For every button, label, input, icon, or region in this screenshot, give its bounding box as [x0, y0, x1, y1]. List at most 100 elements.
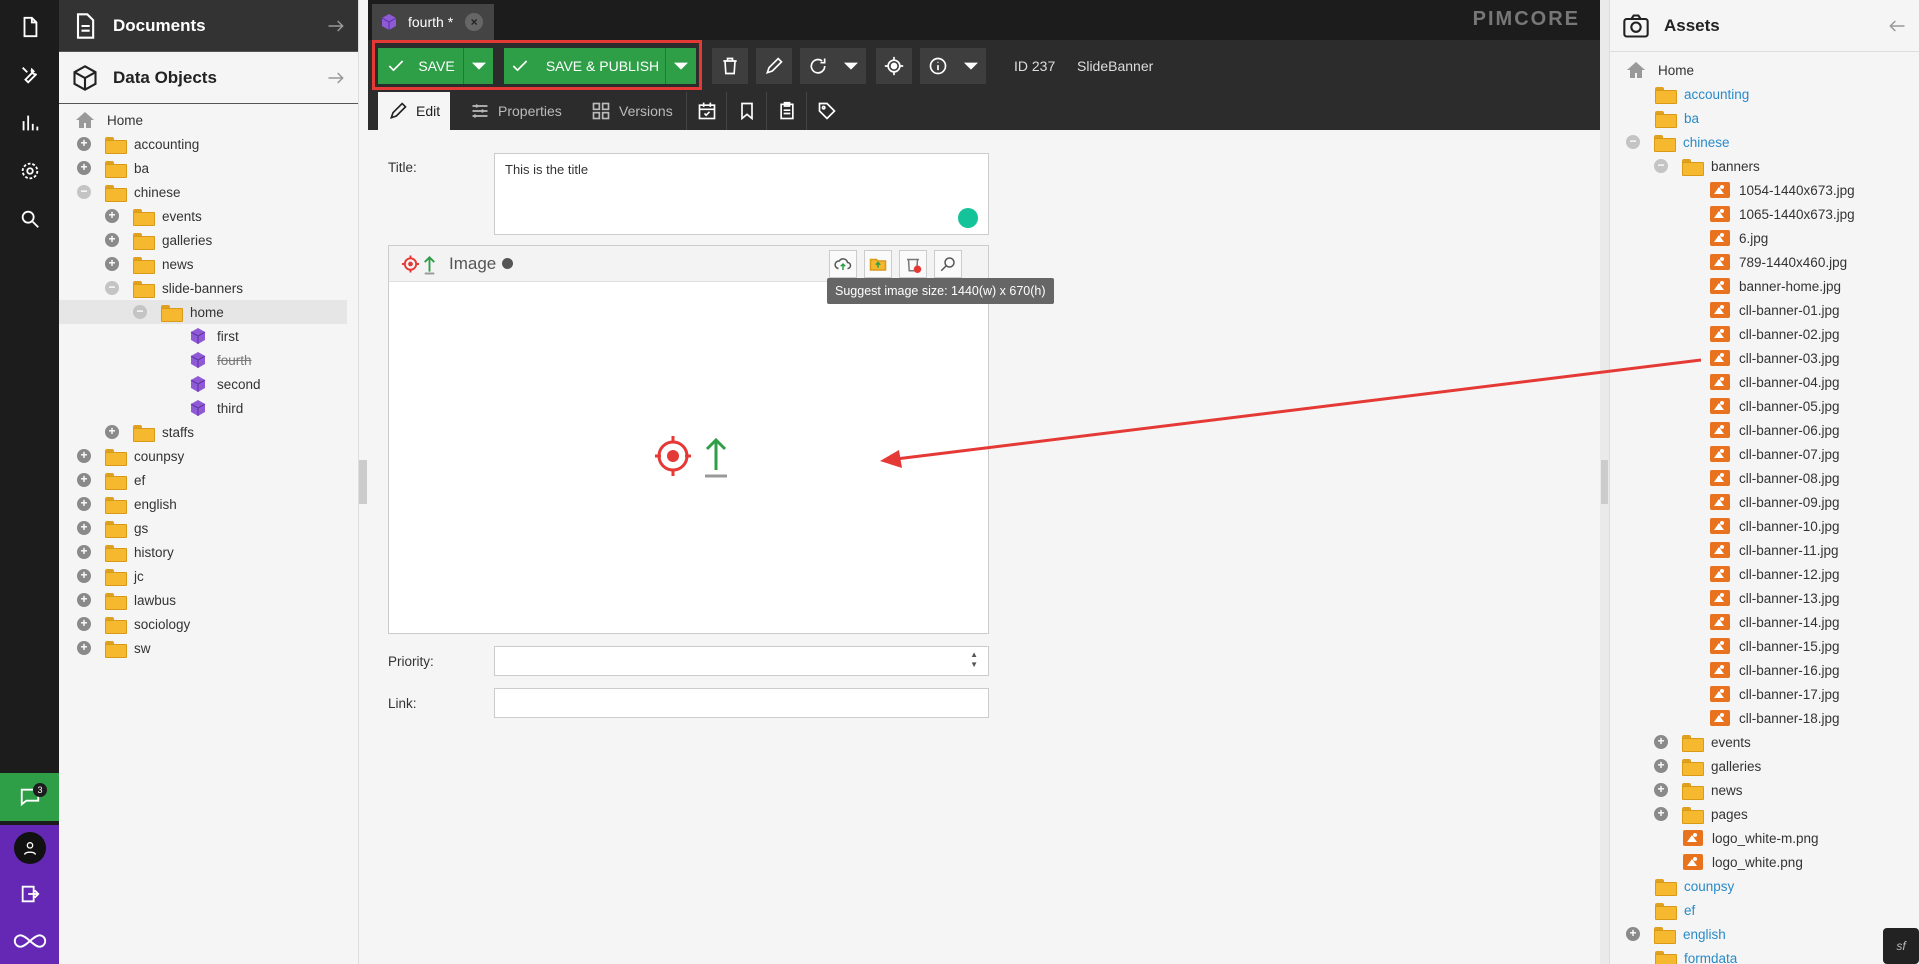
tab-notes[interactable]: [766, 92, 806, 130]
info-button[interactable]: [920, 48, 956, 84]
expand-plus-icon[interactable]: +: [105, 209, 119, 223]
expand-plus-icon[interactable]: +: [1654, 807, 1668, 821]
clear-image-button[interactable]: [899, 250, 927, 278]
asset-image-item[interactable]: cll-banner-07.jpg: [1710, 442, 1840, 466]
tree-item-counpsy[interactable]: + counpsy: [77, 444, 184, 468]
notifications-button[interactable]: 3: [0, 773, 59, 821]
asset-image-item[interactable]: cll-banner-13.jpg: [1710, 586, 1840, 610]
expand-plus-icon[interactable]: +: [77, 569, 91, 583]
spinner-arrows-icon[interactable]: ▲ ▼: [970, 650, 978, 670]
asset-folder-formdata[interactable]: formdata: [1655, 946, 1737, 964]
asset-folder-chinese[interactable]: − chinese: [1626, 130, 1730, 154]
expand-plus-icon[interactable]: +: [1654, 735, 1668, 749]
asset-image-item[interactable]: cll-banner-17.jpg: [1710, 682, 1840, 706]
tools-icon[interactable]: [0, 53, 59, 97]
tab-bookmark[interactable]: [726, 92, 766, 130]
tree-item-home[interactable]: Home: [75, 108, 143, 132]
tree-item-history[interactable]: + history: [77, 540, 174, 564]
pimcore-logo-icon[interactable]: [0, 917, 59, 964]
analytics-icon[interactable]: [0, 101, 59, 145]
asset-folder-ba[interactable]: ba: [1655, 106, 1699, 130]
collapse-minus-icon[interactable]: −: [1626, 135, 1640, 149]
expand-plus-icon[interactable]: +: [105, 233, 119, 247]
expand-plus-icon[interactable]: +: [77, 617, 91, 631]
asset-image-item[interactable]: banner-home.jpg: [1710, 274, 1841, 298]
asset-folder-banners[interactable]: − banners: [1654, 154, 1760, 178]
asset-image-item[interactable]: cll-banner-04.jpg: [1710, 370, 1840, 394]
priority-number-input[interactable]: ▲ ▼: [494, 646, 989, 676]
expand-plus-icon[interactable]: +: [77, 593, 91, 607]
tab-properties[interactable]: Properties: [460, 92, 572, 130]
locate-in-tree-button[interactable]: [876, 48, 912, 84]
asset-image-item[interactable]: cll-banner-11.jpg: [1710, 538, 1839, 562]
search-icon[interactable]: [0, 197, 59, 241]
asset-image-item[interactable]: cll-banner-02.jpg: [1710, 322, 1840, 346]
user-profile-button[interactable]: [0, 825, 59, 871]
asset-folder-accounting[interactable]: accounting: [1655, 82, 1749, 106]
tree-item-staffs[interactable]: + staffs: [105, 420, 194, 444]
asset-image-item[interactable]: logo_white.png: [1683, 850, 1803, 874]
collapse-minus-icon[interactable]: −: [133, 305, 147, 319]
asset-image-item[interactable]: cll-banner-03.jpg: [1710, 346, 1840, 370]
tab-versions[interactable]: Versions: [581, 92, 683, 130]
title-textarea[interactable]: This is the title: [494, 153, 989, 235]
tree-item-slide-banners[interactable]: − slide-banners: [105, 276, 243, 300]
expand-plus-icon[interactable]: +: [77, 521, 91, 535]
expand-plus-icon[interactable]: +: [105, 257, 119, 271]
splitter-handle[interactable]: [1601, 460, 1608, 504]
right-panel-splitter[interactable]: [1600, 0, 1609, 964]
file-icon[interactable]: [0, 5, 59, 49]
asset-folder-pages[interactable]: + pages: [1654, 802, 1748, 826]
tree-item-sw[interactable]: + sw: [77, 636, 151, 660]
reload-button[interactable]: [800, 48, 836, 84]
asset-image-item[interactable]: cll-banner-10.jpg: [1710, 514, 1840, 538]
tree-item-english[interactable]: + english: [77, 492, 177, 516]
asset-item-home[interactable]: Home: [1626, 58, 1694, 82]
info-dropdown-button[interactable]: [956, 48, 986, 84]
tree-item-accounting[interactable]: + accounting: [77, 132, 199, 156]
asset-image-item[interactable]: cll-banner-08.jpg: [1710, 466, 1840, 490]
asset-image-item[interactable]: cll-banner-01.jpg: [1710, 298, 1840, 322]
asset-image-item[interactable]: 1065-1440x673.jpg: [1710, 202, 1855, 226]
asset-image-item[interactable]: 1054-1440x673.jpg: [1710, 178, 1855, 202]
expand-plus-icon[interactable]: +: [77, 137, 91, 151]
tree-item-jc[interactable]: + jc: [77, 564, 144, 588]
asset-folder-galleries[interactable]: + galleries: [1654, 754, 1761, 778]
asset-folder-counpsy[interactable]: counpsy: [1655, 874, 1734, 898]
asset-image-item[interactable]: cll-banner-09.jpg: [1710, 490, 1840, 514]
tree-item-lawbus[interactable]: + lawbus: [77, 588, 176, 612]
tab-edit[interactable]: Edit: [378, 92, 451, 130]
tree-item-news[interactable]: + news: [105, 252, 194, 276]
asset-image-item[interactable]: cll-banner-15.jpg: [1710, 634, 1840, 658]
asset-image-item[interactable]: cll-banner-05.jpg: [1710, 394, 1840, 418]
close-tab-icon[interactable]: ×: [465, 13, 484, 31]
expand-plus-icon[interactable]: +: [1626, 927, 1640, 941]
tree-item-galleries[interactable]: + galleries: [105, 228, 212, 252]
logout-button[interactable]: [0, 871, 59, 917]
settings-gear-icon[interactable]: [0, 149, 59, 193]
left-panel-splitter[interactable]: [359, 460, 367, 504]
expand-plus-icon[interactable]: +: [77, 161, 91, 175]
drop-image-placeholder-icon[interactable]: [653, 432, 733, 480]
tree-item-gs[interactable]: + gs: [77, 516, 148, 540]
tree-item-second[interactable]: second: [189, 372, 261, 396]
expand-plus-icon[interactable]: +: [77, 473, 91, 487]
collapse-minus-icon[interactable]: −: [1654, 159, 1668, 173]
asset-image-item[interactable]: cll-banner-12.jpg: [1710, 562, 1840, 586]
asset-image-item[interactable]: 6.jpg: [1710, 226, 1768, 250]
upload-image-button[interactable]: [829, 250, 857, 278]
tree-item-events[interactable]: + events: [105, 204, 202, 228]
expand-plus-icon[interactable]: +: [77, 641, 91, 655]
tree-item-chinese[interactable]: − chinese: [77, 180, 181, 204]
tree-item-sociology[interactable]: + sociology: [77, 612, 190, 636]
arrow-right-icon[interactable]: [326, 68, 346, 88]
tree-item-first[interactable]: first: [189, 324, 239, 348]
delete-button[interactable]: [712, 48, 748, 84]
tab-fourth[interactable]: fourth * ×: [372, 4, 494, 40]
expand-plus-icon[interactable]: +: [77, 497, 91, 511]
tree-item-fourth[interactable]: fourth: [189, 348, 252, 372]
data-objects-panel-header[interactable]: Data Objects: [59, 52, 358, 104]
link-input[interactable]: [494, 688, 989, 718]
expand-plus-icon[interactable]: +: [1654, 759, 1668, 773]
tree-item-third[interactable]: third: [189, 396, 243, 420]
